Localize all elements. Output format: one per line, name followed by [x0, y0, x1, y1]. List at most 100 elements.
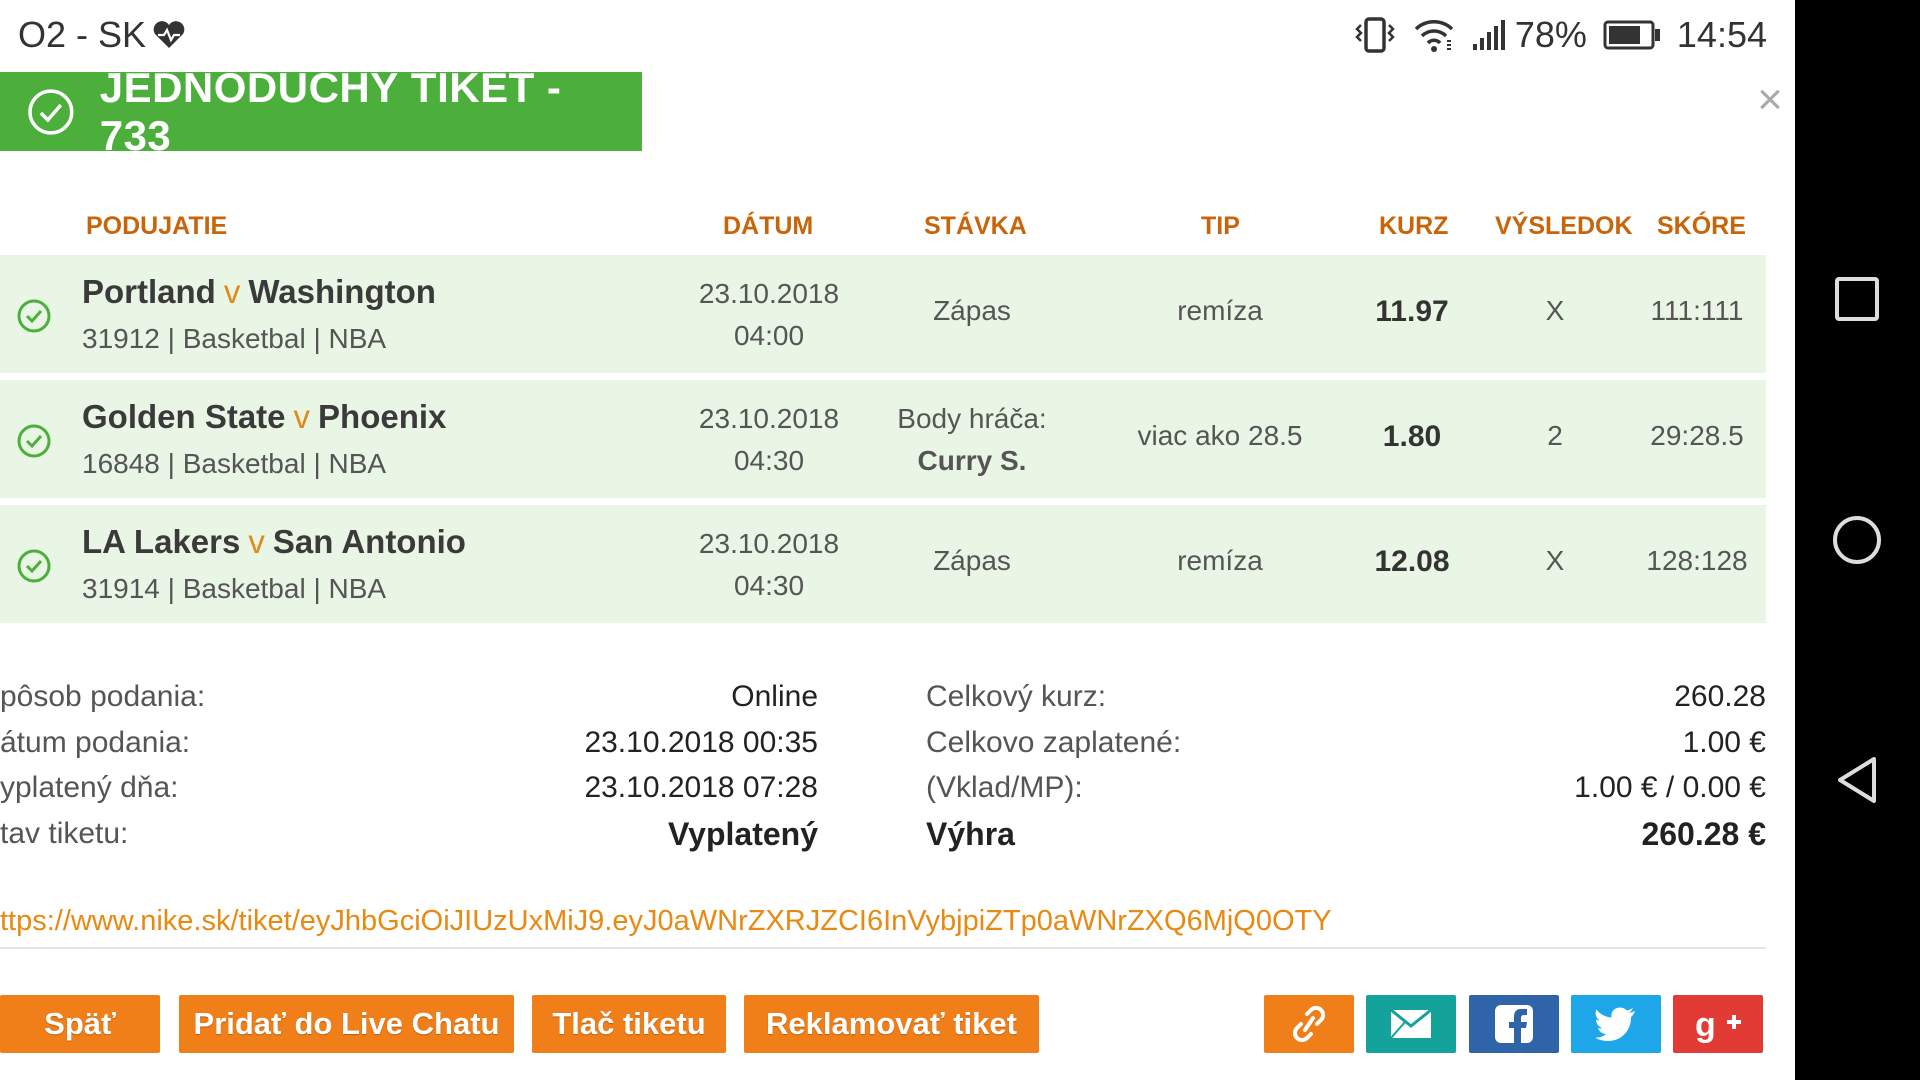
- versus-label: v: [223, 273, 241, 310]
- tip-value: remíza: [1177, 295, 1263, 326]
- team-home: Golden State: [82, 398, 286, 435]
- bet-type: Body hráča: Curry S.: [872, 398, 1072, 482]
- header-bet: STÁVKA: [924, 212, 1027, 240]
- back-button[interactable]: Späť: [0, 995, 160, 1053]
- time-value: 04:30: [733, 445, 805, 476]
- carrier: O2 - SK: [18, 14, 186, 56]
- win-label: Výhra: [926, 816, 1015, 852]
- ticket-link[interactable]: ttps://www.nike.sk/tiket/eyJhbGciOiJIUzU…: [0, 905, 1348, 938]
- stake-label: (Vklad/MP):: [926, 771, 1083, 804]
- google-plus-icon: g: [1695, 1006, 1741, 1044]
- close-icon[interactable]: ×: [1752, 78, 1788, 122]
- team-home: LA Lakers: [82, 523, 241, 560]
- home-button[interactable]: [1832, 515, 1882, 565]
- score-value: 29:28.5: [1650, 420, 1744, 451]
- bet-type-label: Body hráča:: [897, 403, 1047, 434]
- check-circle-icon: [17, 549, 51, 583]
- email-icon: [1390, 1008, 1432, 1039]
- clock: 14:54: [1676, 14, 1767, 55]
- signal-icon: [1472, 20, 1505, 50]
- team-away: San Antonio: [272, 523, 466, 560]
- ticket-status-label: tav tiketu:: [0, 817, 129, 850]
- team-home: Portland: [82, 273, 216, 310]
- facebook-icon: [1495, 1005, 1533, 1043]
- match-date: 23.10.2018 04:30: [688, 523, 850, 607]
- header-tip: TIP: [1201, 212, 1240, 240]
- header-date: DÁTUM: [723, 212, 814, 240]
- date-value: 23.10.2018: [698, 403, 840, 434]
- carrier-name: O2 - SK: [18, 14, 147, 55]
- print-ticket-button[interactable]: Tlač tiketu: [532, 995, 726, 1053]
- header-result: VÝSLEDOK: [1495, 212, 1633, 240]
- table-row: Portland v Washington 31912 | Basketbal | …: [0, 255, 1766, 373]
- score-value: 111:111: [1650, 295, 1744, 326]
- ticket-title-bar: JEDNODUCHÝ TIKET - 733: [0, 64, 642, 159]
- square-icon: [1835, 277, 1879, 321]
- ticket-title: JEDNODUCHÝ TIKET - 733: [99, 63, 562, 159]
- submission-date-label: átum podania:: [0, 726, 191, 759]
- score-value: 128:128: [1646, 545, 1748, 576]
- match-meta: 31912 | Basketbal | NBA: [82, 323, 387, 354]
- match-name: LA Lakers v San Antonio: [82, 523, 466, 561]
- match-date: 23.10.2018 04:30: [688, 398, 850, 482]
- time-value: 04:30: [733, 570, 805, 601]
- header-event: PODUJATIE: [86, 212, 228, 240]
- paid-date-value: 23.10.2018 07:28: [584, 771, 818, 804]
- share-email-button[interactable]: [1366, 995, 1456, 1053]
- bet-type: Zápas: [933, 295, 1011, 326]
- heart-pulse-icon: [153, 21, 185, 48]
- odds-value: 12.08: [1374, 545, 1450, 578]
- battery-percent: 78%: [1514, 14, 1587, 55]
- wifi-icon: [1414, 20, 1454, 52]
- odds-value: 11.97: [1375, 295, 1449, 328]
- circle-icon: [1833, 516, 1881, 564]
- bet-type: Zápas: [933, 545, 1011, 576]
- recent-apps-button[interactable]: [1832, 274, 1882, 324]
- match-name: Golden State v Phoenix: [82, 398, 446, 436]
- total-paid-value: 1.00 €: [1682, 726, 1766, 759]
- submission-method-value: Online: [731, 680, 818, 713]
- triangle-back-icon: [1838, 757, 1876, 803]
- win-value: 260.28 €: [1641, 816, 1766, 852]
- divider: [0, 947, 1766, 949]
- status-icons: 78% 14:54: [1353, 14, 1767, 56]
- back-nav-button[interactable]: [1832, 755, 1882, 805]
- paid-date-label: yplatený dňa:: [0, 771, 179, 804]
- match-name: Portland v Washington: [82, 273, 436, 311]
- versus-label: v: [248, 523, 265, 560]
- team-away: Phoenix: [318, 398, 447, 435]
- time-value: 04:00: [733, 320, 805, 351]
- result-value: X: [1545, 545, 1565, 576]
- twitter-icon: [1595, 1007, 1635, 1041]
- team-away: Washington: [248, 273, 436, 310]
- versus-label: v: [293, 398, 311, 435]
- match-meta: 16848 | Basketbal | NBA: [82, 448, 387, 479]
- share-facebook-button[interactable]: [1469, 995, 1559, 1053]
- bet-player: Curry S.: [917, 445, 1027, 476]
- submission-method-label: pôsob podania:: [0, 680, 206, 713]
- check-circle-icon: [17, 299, 51, 333]
- total-odds-value: 260.28: [1674, 680, 1766, 713]
- header-odds: KURZ: [1379, 212, 1449, 240]
- check-circle-icon: [28, 88, 74, 135]
- battery-icon: [1603, 20, 1660, 50]
- complaint-button[interactable]: Reklamovať tiket: [744, 995, 1039, 1053]
- match-meta: 31914 | Basketbal | NBA: [82, 573, 387, 604]
- share-google-plus-button[interactable]: g: [1673, 995, 1763, 1053]
- total-odds-label: Celkový kurz:: [926, 680, 1107, 713]
- ticket-status-value: Vyplatený: [668, 816, 818, 852]
- total-paid-label: Celkovo zaplatené:: [926, 726, 1182, 759]
- table-row: LA Lakers v San Antonio 31914 | Basketbal …: [0, 505, 1766, 623]
- android-navigation-bar: [1795, 0, 1920, 1080]
- share-twitter-button[interactable]: [1571, 995, 1661, 1053]
- header-score: SKÓRE: [1657, 212, 1746, 240]
- stake-value: 1.00 € / 0.00 €: [1574, 771, 1766, 804]
- vibrate-icon: [1355, 17, 1395, 53]
- odds-value: 1.80: [1382, 420, 1442, 453]
- add-live-chat-button[interactable]: Pridať do Live Chatu: [179, 995, 514, 1053]
- check-circle-icon: [17, 424, 51, 458]
- share-link-button[interactable]: [1264, 995, 1354, 1053]
- tip-value: viac ako 28.5: [1137, 420, 1303, 451]
- table-row: Golden State v Phoenix 16848 | Basketbal |…: [0, 380, 1766, 498]
- date-value: 23.10.2018: [698, 528, 840, 559]
